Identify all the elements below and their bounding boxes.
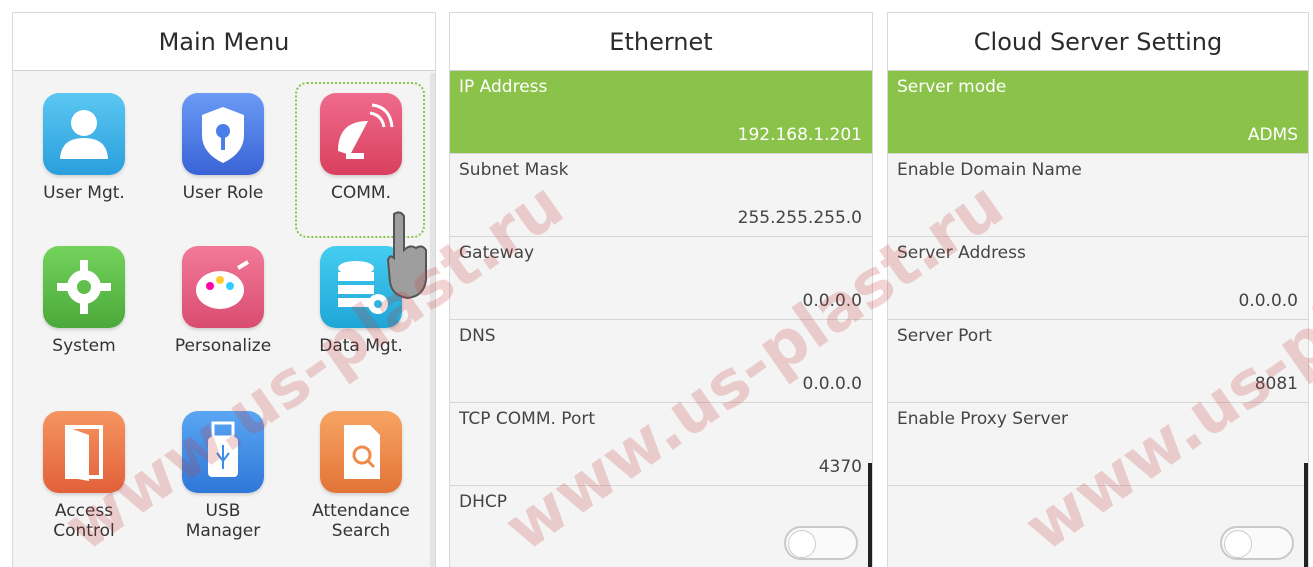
- setting-row-server-mode[interactable]: Server mode ADMS: [888, 71, 1308, 154]
- menu-item-label: USB Manager: [185, 501, 261, 541]
- setting-label: DHCP: [459, 492, 507, 512]
- menu-item-label: Data Mgt.: [319, 336, 403, 356]
- setting-row-enable-proxy-server[interactable]: Enable Proxy Server: [888, 403, 1308, 486]
- setting-label: Enable Proxy Server: [897, 409, 1069, 429]
- main-menu-grid: User Mgt. User Role COMM. System Persona: [13, 73, 435, 567]
- shield-key-icon: [182, 93, 264, 175]
- screen-edge: [868, 463, 872, 567]
- menu-item-label: Personalize: [174, 336, 272, 356]
- setting-value: 0.0.0.0: [802, 291, 862, 311]
- menu-item-personalize[interactable]: Personalize: [158, 226, 288, 376]
- setting-label: Server Port: [897, 326, 992, 346]
- ethernet-settings-list: IP Address 192.168.1.201 Subnet Mask 255…: [450, 71, 872, 567]
- cloud-server-title: Cloud Server Setting: [888, 13, 1308, 71]
- menu-item-label: System: [52, 336, 116, 356]
- main-menu-title: Main Menu: [13, 13, 435, 71]
- setting-value: 8081: [1254, 374, 1298, 394]
- main-menu-panel: Main Menu User Mgt. User Role COMM. Syst…: [12, 12, 436, 567]
- setting-row-dhcp[interactable]: DHCP: [450, 486, 872, 567]
- setting-label: DNS: [459, 326, 496, 346]
- setting-value: 192.168.1.201: [737, 125, 862, 145]
- user-icon: [43, 93, 125, 175]
- door-icon: [43, 411, 125, 493]
- ethernet-title: Ethernet: [450, 13, 872, 71]
- setting-row-gateway[interactable]: Gateway 0.0.0.0: [450, 237, 872, 320]
- setting-value: 255.255.255.0: [737, 208, 862, 228]
- menu-item-usb-manager[interactable]: USB Manager: [158, 391, 288, 541]
- menu-item-access-control[interactable]: Access Control: [19, 391, 149, 541]
- cloud-settings-list: Server mode ADMS Enable Domain Name Serv…: [888, 71, 1308, 567]
- menu-item-user-role[interactable]: User Role: [158, 73, 288, 223]
- menu-item-user-mgt[interactable]: User Mgt.: [19, 73, 149, 223]
- setting-row-subnet-mask[interactable]: Subnet Mask 255.255.255.0: [450, 154, 872, 237]
- setting-value: ADMS: [1247, 125, 1298, 145]
- menu-item-comm[interactable]: COMM.: [296, 73, 426, 223]
- setting-value: 4370: [818, 457, 862, 477]
- database-icon: [320, 246, 402, 328]
- search-document-icon: [320, 411, 402, 493]
- palette-icon: [182, 246, 264, 328]
- menu-item-label: User Role: [182, 183, 264, 203]
- menu-item-label: Access Control: [53, 501, 115, 541]
- setting-label: Enable Domain Name: [897, 160, 1082, 180]
- setting-row-ip-address[interactable]: IP Address 192.168.1.201: [450, 71, 872, 154]
- setting-row-tcp-comm-port[interactable]: TCP COMM. Port 4370: [450, 403, 872, 486]
- satellite-dish-icon: [320, 93, 402, 175]
- setting-label: Gateway: [459, 243, 535, 263]
- setting-row-toggle[interactable]: [888, 486, 1308, 567]
- setting-label: IP Address: [459, 77, 548, 97]
- setting-row-dns[interactable]: DNS 0.0.0.0: [450, 320, 872, 403]
- menu-item-system[interactable]: System: [19, 226, 149, 376]
- setting-row-server-address[interactable]: Server Address 0.0.0.0: [888, 237, 1308, 320]
- setting-label: Server mode: [897, 77, 1007, 97]
- dhcp-toggle[interactable]: [784, 526, 858, 560]
- menu-item-label: Attendance Search: [312, 501, 410, 541]
- setting-row-enable-domain-name[interactable]: Enable Domain Name: [888, 154, 1308, 237]
- ethernet-panel: Ethernet IP Address 192.168.1.201 Subnet…: [449, 12, 873, 567]
- menu-item-data-mgt[interactable]: Data Mgt.: [296, 226, 426, 376]
- cloud-server-panel: Cloud Server Setting Server mode ADMS En…: [887, 12, 1309, 567]
- setting-value: 0.0.0.0: [1238, 291, 1298, 311]
- gear-icon: [43, 246, 125, 328]
- setting-label: Server Address: [897, 243, 1026, 263]
- usb-icon: [182, 411, 264, 493]
- screen-edge: [1304, 463, 1308, 567]
- setting-row-server-port[interactable]: Server Port 8081: [888, 320, 1308, 403]
- menu-item-attendance-search[interactable]: Attendance Search: [296, 391, 426, 541]
- setting-value: 0.0.0.0: [802, 374, 862, 394]
- setting-label: TCP COMM. Port: [459, 409, 596, 429]
- menu-item-label: User Mgt.: [43, 183, 125, 203]
- setting-label: Subnet Mask: [459, 160, 569, 180]
- setting-toggle[interactable]: [1220, 526, 1294, 560]
- menu-item-label: COMM.: [331, 183, 391, 203]
